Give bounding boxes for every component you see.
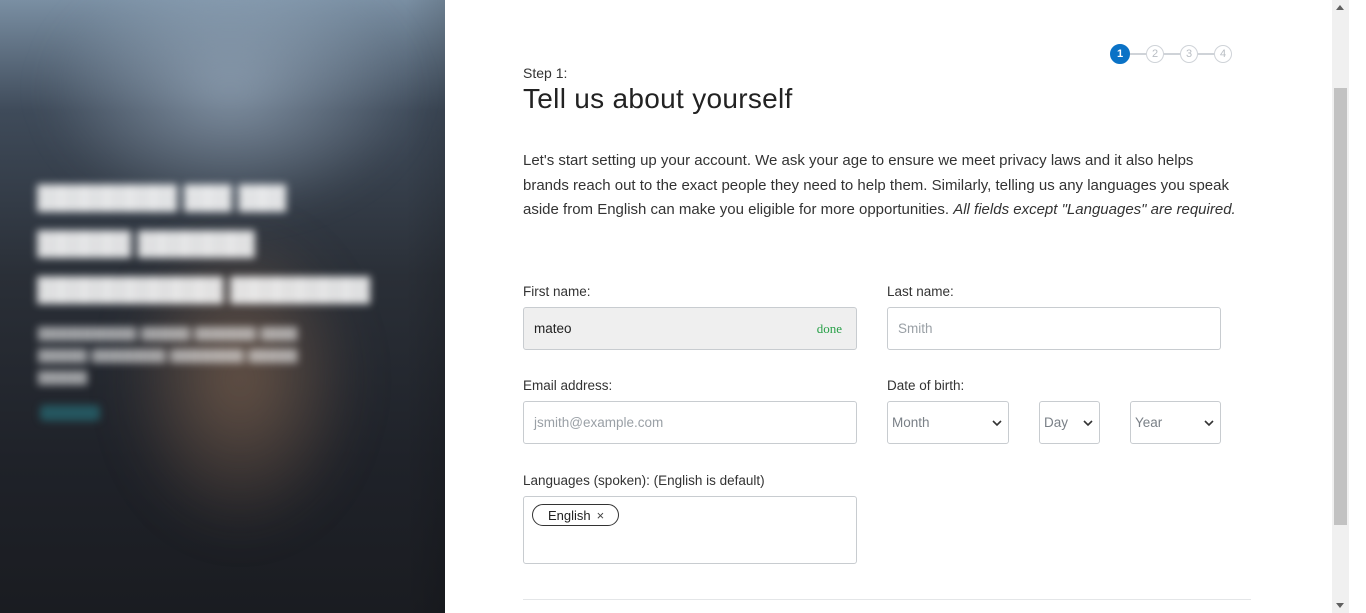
step-4-indicator: 4 (1214, 45, 1232, 63)
last-name-label: Last name: (887, 284, 954, 299)
close-icon[interactable]: × (597, 508, 605, 523)
language-chip-english[interactable]: English × (532, 504, 620, 526)
intro-required-note: All fields except "Languages" are requir… (953, 201, 1236, 218)
dob-year-select[interactable]: Year (1130, 401, 1221, 444)
last-name-placeholder: Smith (898, 321, 933, 336)
languages-hint: (English is default) (653, 473, 765, 488)
languages-label: Languages (spoken): (523, 473, 650, 488)
first-name-field[interactable]: mateo done (523, 307, 857, 350)
email-field[interactable]: jsmith@example.com (523, 401, 857, 444)
languages-label-row: Languages (spoken): (English is default) (523, 473, 765, 488)
last-name-field[interactable]: Smith (887, 307, 1221, 350)
step-connector (1164, 53, 1180, 55)
section-divider (523, 599, 1251, 600)
chevron-down-icon (1204, 419, 1214, 426)
first-name-done-status: done (816, 321, 842, 336)
hero-blurred-link (40, 405, 100, 421)
scroll-up-arrow-icon[interactable] (1336, 5, 1344, 10)
first-name-label: First name: (523, 284, 591, 299)
language-chip-label: English (548, 507, 591, 523)
email-label: Email address: (523, 378, 613, 393)
scrollbar-thumb[interactable] (1334, 88, 1347, 525)
step-label: Step 1: (523, 65, 568, 81)
step-connector (1130, 53, 1146, 55)
dob-year-value: Year (1135, 415, 1163, 430)
scroll-down-arrow-icon[interactable] (1336, 603, 1344, 608)
hero-shade (405, 0, 445, 613)
page-scrollbar[interactable] (1332, 0, 1349, 613)
hero-image-panel: ▆▆▆▆▆▆ ▆▆ ▆▆ ▆▆▆▆ ▆▆▆▆▆ ▆▆▆▆▆▆▆▆ ▆▆▆▆▆▆ ▆▆… (0, 0, 445, 613)
first-name-value: mateo (534, 321, 572, 336)
dob-day-select[interactable]: Day (1039, 401, 1100, 444)
hero-blurred-subtext: ▆▆▆▆▆▆▆▆ ▆▆▆▆ ▆▆▆▆▆ ▆▆▆ ▆▆▆▆ ▆▆▆▆▆▆ ▆▆▆▆▆… (38, 324, 298, 385)
step-1-indicator: 1 (1110, 44, 1130, 64)
hero-blurred-heading: ▆▆▆▆▆▆ ▆▆ ▆▆ ▆▆▆▆ ▆▆▆▆▆ ▆▆▆▆▆▆▆▆ ▆▆▆▆▆▆ (38, 178, 370, 303)
dob-month-value: Month (892, 415, 930, 430)
languages-field[interactable]: English × (523, 496, 857, 564)
dob-label: Date of birth: (887, 378, 965, 393)
step-2-indicator: 2 (1146, 45, 1164, 63)
step-3-indicator: 3 (1180, 45, 1198, 63)
intro-paragraph: Let's start setting up your account. We … (523, 149, 1238, 223)
progress-stepper: 1 2 3 4 (1110, 43, 1232, 65)
chevron-down-icon (1083, 419, 1093, 426)
dob-day-value: Day (1044, 415, 1069, 430)
email-placeholder: jsmith@example.com (534, 415, 664, 430)
dob-month-select[interactable]: Month (887, 401, 1009, 444)
chevron-down-icon (992, 419, 1002, 426)
step-connector (1198, 53, 1214, 55)
page-title: Tell us about yourself (523, 83, 793, 114)
